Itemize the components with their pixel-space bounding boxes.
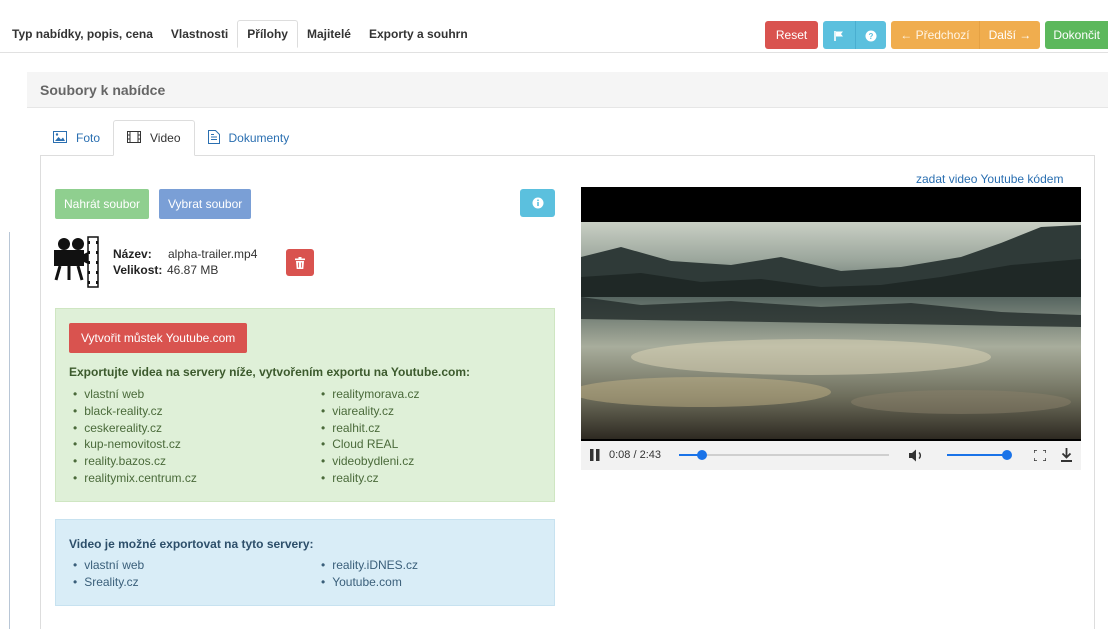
film-icon [127, 130, 142, 146]
wizard-tabs: Typ nabídky, popis, cena Vlastnosti Příl… [0, 20, 477, 48]
upload-file-button[interactable]: Nahrát soubor [55, 189, 150, 219]
volume-icon[interactable] [909, 449, 925, 462]
svg-text:?: ? [869, 32, 874, 41]
server-list-1: vlastní web Sreality.cz [73, 557, 144, 591]
list-item: Youtube.com [321, 574, 418, 591]
list-item: viareality.cz [321, 403, 420, 420]
video-player[interactable] [581, 187, 1081, 442]
info-button[interactable] [520, 189, 555, 217]
list-item: reality.bazos.cz [73, 453, 197, 470]
file-size-value: 46.87 MB [167, 263, 219, 277]
next-button[interactable]: Další → [978, 21, 1041, 49]
top-bar: Typ nabídky, popis, cena Vlastnosti Příl… [0, 0, 1108, 53]
list-item: realhit.cz [321, 420, 420, 437]
tab-owners[interactable]: Majitelé [298, 20, 360, 48]
tab-documents[interactable]: Dokumenty [195, 120, 303, 156]
youtube-export-title: Exportujte videa na servery níže, vytvoř… [69, 365, 471, 379]
volume-handle[interactable] [1002, 450, 1012, 460]
download-icon[interactable] [1061, 448, 1072, 462]
list-item: videobydleni.cz [321, 453, 420, 470]
info-icon [532, 197, 543, 209]
previous-button[interactable]: ← Předchozí [891, 21, 979, 49]
list-item: realitymorava.cz [321, 386, 419, 403]
export-servers-title: Video je možné exportovat na tyto server… [69, 537, 314, 551]
list-item: kup-nemovitost.cz [73, 436, 197, 453]
list-item: vlastní web [73, 386, 197, 403]
video-time: 0:08 / 2:43 [609, 449, 661, 461]
tab-photo[interactable]: Foto [40, 120, 113, 156]
wizard-actions: Reset ? ← Předchozí Další → Dokončit [764, 21, 1108, 49]
tab-photo-label: Foto [76, 131, 101, 145]
finish-button[interactable]: Dokončit [1045, 21, 1108, 49]
tab-exports-summary[interactable]: Exporty a souhrn [360, 20, 477, 48]
video-frame [581, 222, 1081, 439]
delete-file-button[interactable] [286, 249, 314, 276]
list-item: ceskereality.cz [73, 420, 197, 437]
flag-button[interactable] [823, 21, 856, 49]
export-server-list-2: realitymorava.cz viareality.cz realhit.c… [321, 386, 420, 487]
tab-video[interactable]: Video [113, 120, 195, 156]
tab-type-description-price[interactable]: Typ nabídky, popis, cena [0, 20, 162, 48]
list-item: reality.iDNES.cz [321, 557, 418, 574]
list-item: Cloud REAL [321, 436, 420, 453]
list-item: reality.cz [321, 470, 420, 487]
create-youtube-bridge-button[interactable]: Vytvořit můstek Youtube.com [69, 323, 248, 353]
reset-button[interactable]: Reset [764, 21, 819, 49]
export-servers-box: Video je možné exportovat na tyto server… [55, 519, 555, 606]
export-server-list-1: vlastní web black-reality.cz ceskerealit… [73, 386, 197, 487]
trash-icon [295, 256, 305, 269]
document-icon [207, 129, 220, 147]
pause-icon[interactable] [590, 449, 600, 461]
help-button[interactable]: ? [855, 21, 887, 49]
question-icon: ? [865, 30, 877, 42]
image-icon [53, 130, 67, 146]
file-size-label: Velikost: [113, 263, 163, 277]
section-title: Soubory k nabídce [27, 72, 1108, 108]
choose-file-button[interactable]: Vybrat soubor [159, 189, 252, 219]
list-item: realitymix.centrum.cz [73, 470, 197, 487]
file-name-value: alpha-trailer.mp4 [168, 247, 258, 261]
seek-handle[interactable] [697, 450, 707, 460]
server-list-2: reality.iDNES.cz Youtube.com [321, 557, 418, 591]
file-name-label: Název: [113, 247, 152, 261]
tab-documents-label: Dokumenty [228, 131, 290, 145]
volume-slider[interactable] [947, 450, 1012, 460]
list-item: vlastní web [73, 557, 144, 574]
left-divider [9, 232, 10, 629]
fullscreen-icon[interactable] [1034, 450, 1046, 461]
video-camera-icon [52, 236, 100, 291]
tab-properties[interactable]: Vlastnosti [162, 20, 237, 48]
list-item: Sreality.cz [73, 574, 144, 591]
attachment-tabs: Foto Video Dokumenty [40, 120, 302, 156]
tab-video-label: Video [150, 131, 181, 145]
flag-icon [834, 30, 844, 41]
seek-bar[interactable] [679, 450, 889, 460]
youtube-code-link[interactable]: zadat video Youtube kódem [916, 172, 1063, 186]
video-controls: 0:08 / 2:43 [581, 441, 1081, 470]
list-item: black-reality.cz [73, 403, 197, 420]
tab-attachments[interactable]: Přílohy [237, 20, 298, 48]
youtube-export-box: Vytvořit můstek Youtube.com Exportujte v… [55, 308, 555, 502]
